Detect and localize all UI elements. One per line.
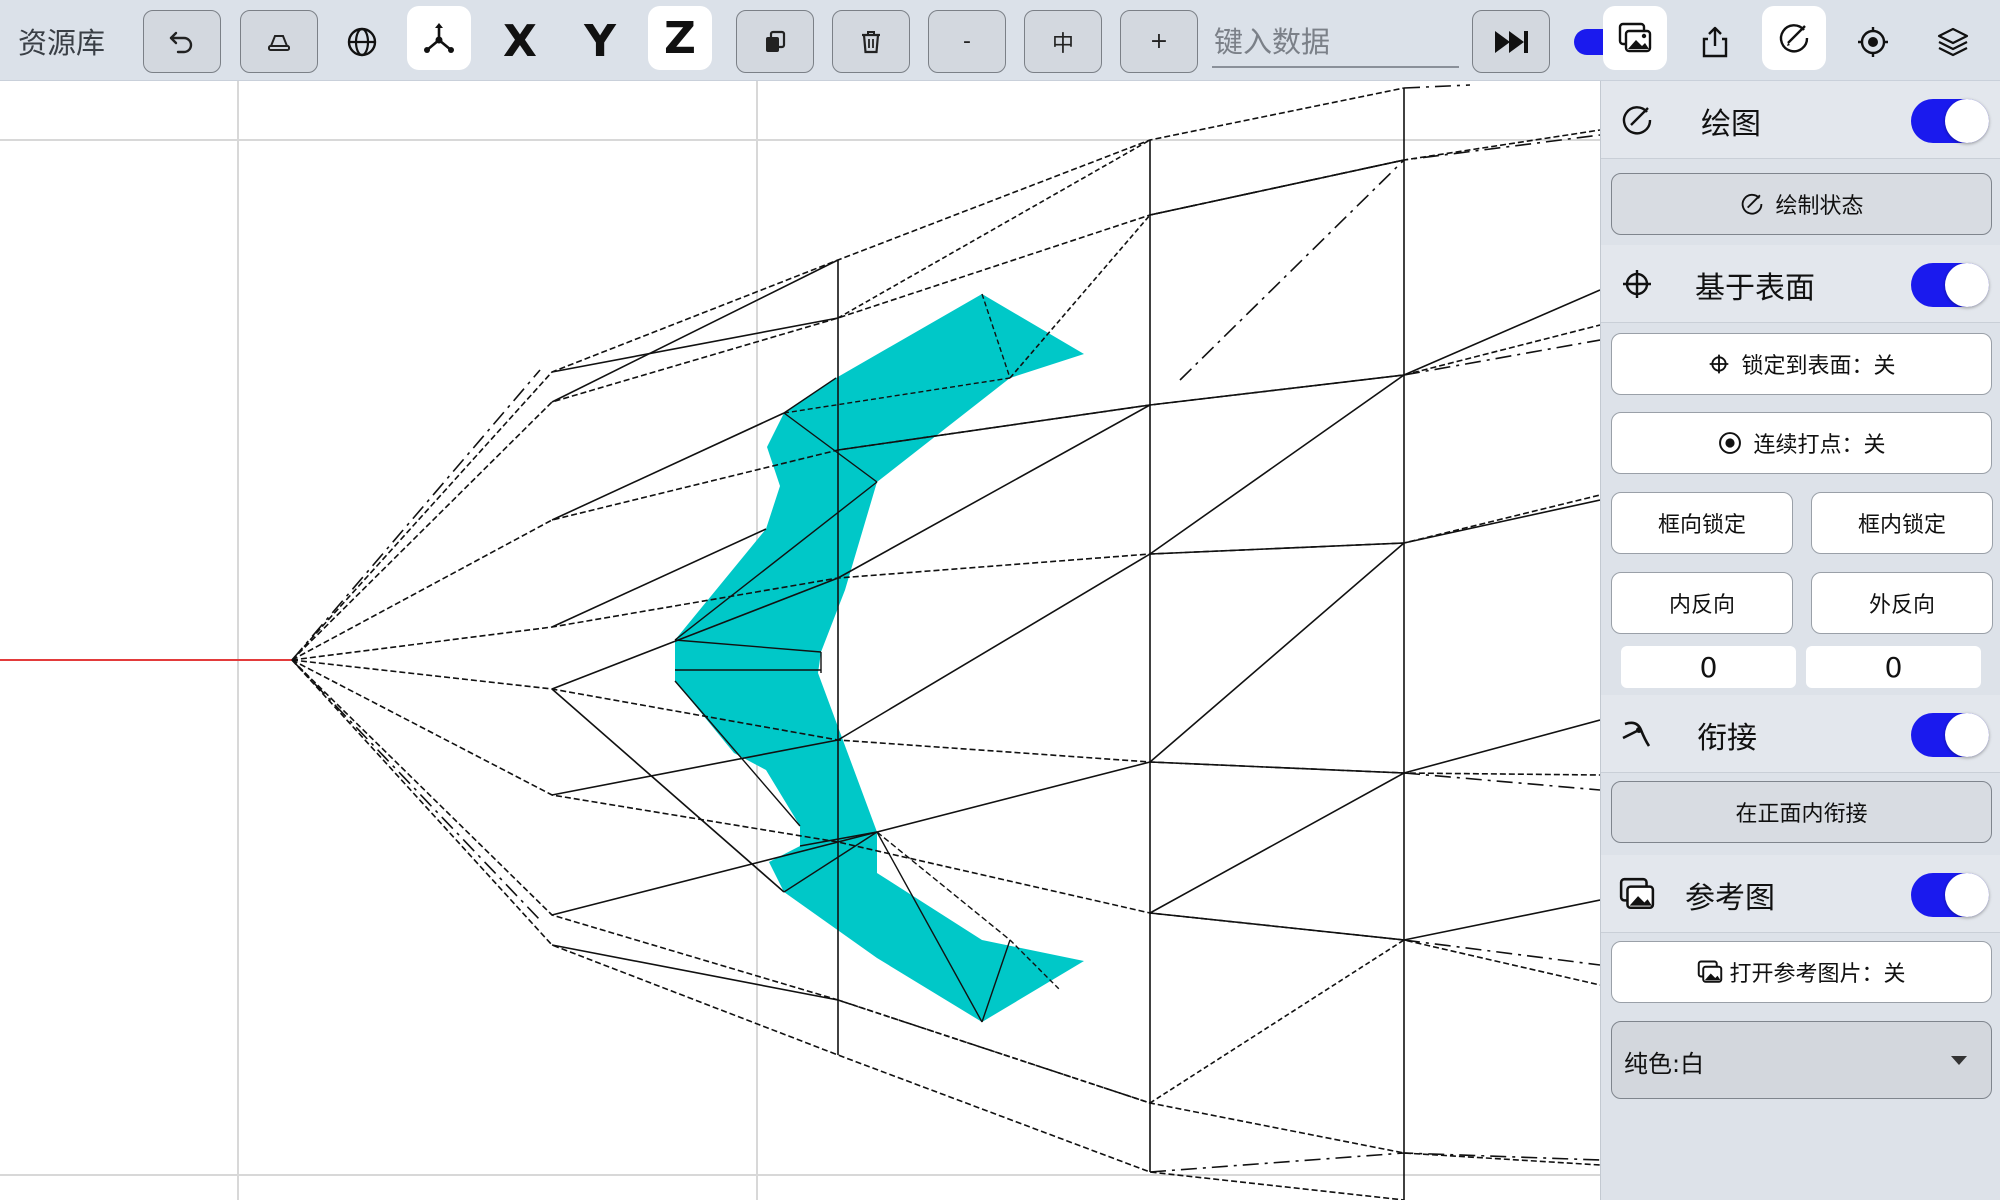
surface-lock-icon [1710, 354, 1729, 374]
axis-y-button[interactable]: Y [572, 10, 628, 73]
eraser-button[interactable] [240, 10, 318, 73]
zoom-plus-button[interactable]: + [1120, 10, 1198, 73]
reference-section-title: 参考图 [1685, 881, 1775, 916]
zoom-center-button[interactable]: 中 [1024, 10, 1102, 73]
axis-z-button[interactable]: Z [648, 6, 712, 70]
fast-forward-icon [1495, 30, 1528, 53]
globe-button[interactable] [338, 10, 386, 73]
eraser-icon [268, 34, 290, 51]
duplicate-button[interactable] [736, 10, 814, 73]
data-input[interactable] [1212, 18, 1459, 68]
draw-section-header: 绘图 [1601, 81, 2000, 159]
lock-to-surface-button[interactable]: 锁定到表面：关 [1611, 333, 1992, 395]
background-color-select[interactable]: 纯色:白 [1611, 1021, 1992, 1099]
partial-toggle[interactable] [1574, 29, 1604, 55]
reference-image-icon [1619, 877, 1655, 910]
globe-icon [347, 27, 377, 56]
fast-forward-button[interactable] [1472, 10, 1550, 73]
inner-offset-field[interactable]: 0 [1621, 646, 1796, 688]
toggle-knob [1945, 99, 1989, 143]
outer-reverse-button[interactable]: 外反向 [1811, 572, 1993, 634]
target-icon [1858, 26, 1888, 57]
toggle-knob [1945, 263, 1989, 307]
drawn-shape[interactable] [675, 294, 1084, 1022]
properties-panel: 绘图 绘制状态 基于表面 锁定到表面：关 连续打点：关 框向锁定 框内锁定 内反… [1600, 81, 2000, 1200]
axes-gizmo-icon [424, 23, 454, 53]
delete-button[interactable] [832, 10, 910, 73]
surface-toggle[interactable] [1911, 263, 1989, 307]
axis-x-button[interactable]: X [492, 10, 548, 73]
open-reference-image-button[interactable]: 打开参考图片：关 [1611, 941, 1992, 1003]
draw-icon [1742, 193, 1763, 215]
layers-button[interactable] [1928, 10, 1978, 73]
frame-inner-lock-button[interactable]: 框内锁定 [1811, 492, 1993, 554]
export-icon [1702, 26, 1728, 57]
toggle-knob [1945, 873, 1989, 917]
join-icon [1622, 721, 1651, 747]
viewport-canvas[interactable] [0, 81, 1600, 1200]
reference-image-icon [1698, 960, 1723, 983]
continuous-points-label: 连续打点：关 [1753, 433, 1886, 458]
chevron-down-icon [1951, 1056, 1967, 1065]
target-icon [1719, 432, 1742, 454]
surface-lock-icon [1623, 270, 1651, 298]
outer-offset-field[interactable]: 0 [1806, 646, 1981, 688]
reference-image-button[interactable] [1603, 6, 1667, 70]
undo-icon [169, 31, 193, 53]
draw-state-button[interactable]: 绘制状态 [1611, 173, 1992, 235]
background-color-value: 纯色:白 [1624, 1050, 1705, 1078]
top-toolbar: 资源库 X Y Z - 中 + [0, 0, 2000, 81]
continuous-points-button[interactable]: 连续打点：关 [1611, 412, 1992, 474]
wireframe-mesh [291, 84, 1600, 1200]
draw-toggle[interactable] [1911, 99, 1989, 143]
frame-direction-lock-button[interactable]: 框向锁定 [1611, 492, 1793, 554]
target-button[interactable] [1848, 10, 1898, 73]
join-front-button[interactable]: 在正面内衔接 [1611, 781, 1992, 843]
duplicate-icon [766, 30, 786, 52]
reference-section-header: 参考图 [1601, 855, 2000, 933]
open-reference-image-label: 打开参考图片：关 [1729, 962, 1906, 987]
axes-gizmo-button[interactable] [407, 6, 471, 70]
export-button[interactable] [1690, 10, 1740, 73]
zoom-minus-button[interactable]: - [928, 10, 1006, 73]
join-section-title: 衔接 [1697, 721, 1757, 756]
draw-section-title: 绘图 [1701, 107, 1761, 142]
join-toggle[interactable] [1911, 713, 1989, 757]
reference-toggle[interactable] [1911, 873, 1989, 917]
trash-icon [862, 30, 880, 53]
undo-button[interactable] [143, 10, 221, 73]
reference-image-icon [1618, 22, 1652, 53]
draw-icon [1622, 106, 1652, 135]
surface-section-title: 基于表面 [1695, 271, 1815, 306]
join-section-header: 衔接 [1601, 695, 2000, 773]
inner-reverse-button[interactable]: 内反向 [1611, 572, 1793, 634]
library-button[interactable]: 资源库 [18, 20, 105, 62]
layers-icon [1937, 27, 1969, 56]
toggle-knob [1945, 713, 1989, 757]
draw-icon [1779, 24, 1809, 53]
lock-to-surface-label: 锁定到表面：关 [1741, 354, 1896, 379]
surface-section-header: 基于表面 [1601, 245, 2000, 323]
draw-state-label: 绘制状态 [1775, 194, 1864, 219]
draw-mode-button[interactable] [1762, 6, 1826, 70]
